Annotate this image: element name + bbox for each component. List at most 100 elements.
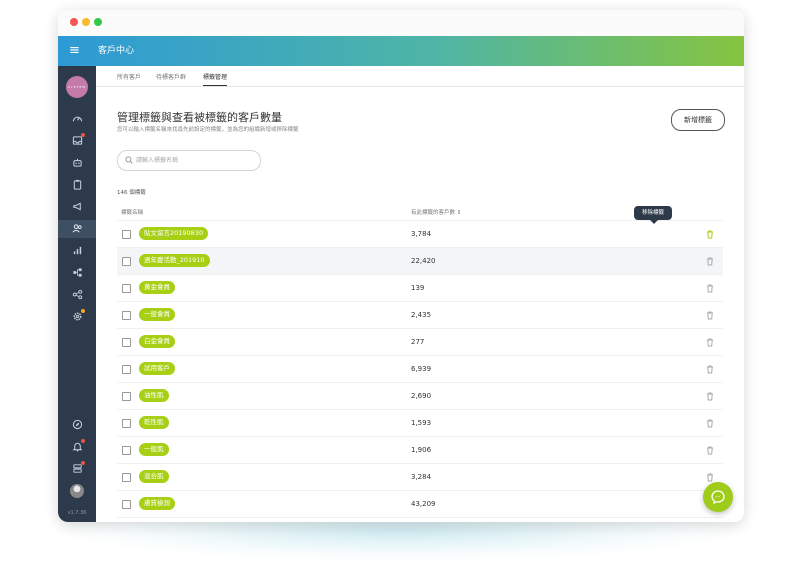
main-content: 所有客戶 待標客戶群 標籤管理 管理標籤與查看被標籤的客戶數量 您可以輸入標籤名… (96, 66, 744, 522)
trash-icon[interactable] (705, 256, 715, 266)
tag-pill[interactable]: 週年慶活動_201910 (139, 254, 210, 267)
clipboard-icon[interactable] (67, 176, 87, 194)
customer-count: 2,435 (411, 311, 432, 319)
settings-notification-badge (81, 309, 85, 313)
top-header-bar: ≡ 客戶中心 (58, 36, 744, 66)
messenger-icon (711, 490, 725, 504)
row-checkbox[interactable] (122, 500, 131, 509)
dashboard-icon[interactable] (67, 110, 87, 128)
table-row: 黃金會員 139 (117, 275, 723, 302)
tab-pending-segments[interactable]: 待標客戶群 (156, 72, 186, 81)
tag-pill[interactable]: 白金會員 (139, 335, 175, 348)
tab-all-customers[interactable]: 所有客戶 (117, 72, 141, 81)
tag-pill[interactable]: 膚質檢測 (139, 497, 175, 510)
trash-icon[interactable] (705, 418, 715, 428)
table-row: 膚質檢測 43,209 (117, 491, 723, 518)
table-row: 週年慶活動_201910 22,420 (117, 248, 723, 275)
customer-count: 22,420 (411, 257, 436, 265)
tag-pill[interactable]: 黃金會員 (139, 281, 175, 294)
row-checkbox[interactable] (122, 446, 131, 455)
maximize-window-dot[interactable] (94, 18, 102, 26)
add-tag-button[interactable]: 新增標籤 (671, 109, 725, 131)
table-row: 試用客戶 6,939 (117, 356, 723, 383)
tag-pill[interactable]: 油性肌 (139, 389, 169, 402)
page-subtitle: 您可以輸入標籤名稱來找尋先前設定的標籤，並為您的組織新增或移除標籤 (117, 127, 299, 133)
table-row: 乾性肌 1,593 (117, 410, 723, 437)
settings-icon[interactable] (67, 308, 87, 326)
minimize-window-dot[interactable] (82, 18, 90, 26)
row-checkbox[interactable] (122, 230, 131, 239)
trash-icon[interactable] (705, 283, 715, 293)
row-checkbox[interactable] (122, 365, 131, 374)
tab-bar: 所有客戶 待標客戶群 標籤管理 (96, 66, 744, 87)
page-title: 管理標籤與查看被標籤的客戶數量 (117, 111, 282, 124)
users-icon[interactable] (58, 220, 96, 238)
trash-icon[interactable] (705, 310, 715, 320)
row-checkbox[interactable] (122, 419, 131, 428)
trash-icon[interactable] (705, 337, 715, 347)
customer-count: 6,939 (411, 365, 432, 373)
table-row: 一般肌 1,906 (117, 437, 723, 464)
app-version: v1.7.36 (67, 510, 87, 516)
table-row: 白金會員 277 (117, 329, 723, 356)
customer-count: 2,690 (411, 392, 432, 400)
search-icon (125, 156, 133, 164)
customer-count: 1,593 (411, 419, 432, 427)
customer-count: 3,284 (411, 473, 432, 481)
table-row: 油性肌 2,690 (117, 383, 723, 410)
menu-icon[interactable]: ≡ (68, 44, 81, 58)
trash-icon[interactable] (705, 364, 715, 374)
customer-count: 1,906 (411, 446, 432, 454)
messenger-chat-button[interactable] (703, 482, 733, 512)
tag-pill[interactable]: 一般會員 (139, 308, 175, 321)
trash-icon[interactable] (705, 229, 715, 239)
tab-tag-management[interactable]: 標籤管理 (203, 72, 228, 86)
trash-icon[interactable] (705, 445, 715, 455)
table-row: 混合肌 3,284 (117, 464, 723, 491)
remove-tag-tooltip: 移除標籤 (634, 206, 672, 220)
server-icon[interactable] (67, 460, 87, 478)
customer-count: 277 (411, 338, 425, 346)
tag-pill[interactable]: 試用客戶 (139, 362, 175, 375)
tag-pill[interactable]: 混合肌 (139, 470, 169, 483)
sort-icon[interactable]: ⇕ (457, 210, 462, 216)
megaphone-icon[interactable] (67, 198, 87, 216)
sidebar: SYSTEM v1.7.36 (58, 66, 96, 522)
customer-count: 3,784 (411, 230, 432, 238)
bell-icon[interactable] (67, 438, 87, 456)
customer-count: 139 (411, 284, 425, 292)
chart-icon[interactable] (67, 242, 87, 260)
row-checkbox[interactable] (122, 311, 131, 320)
share-icon[interactable] (67, 286, 87, 304)
brand-logo[interactable]: SYSTEM (66, 76, 88, 98)
flow-icon[interactable] (67, 264, 87, 282)
table-row: 一般會員 2,435 (117, 302, 723, 329)
trash-icon[interactable] (705, 391, 715, 401)
tag-pill[interactable]: 一般肌 (139, 443, 169, 456)
column-header-tag-name: 標籤名稱 (121, 210, 144, 216)
compass-icon[interactable] (67, 416, 87, 434)
search-input[interactable] (136, 154, 254, 166)
bell-notification-badge (81, 439, 85, 443)
server-notification-badge (81, 461, 85, 465)
inbox-notification-badge (81, 133, 85, 137)
row-checkbox[interactable] (122, 473, 131, 482)
tooltip-arrow (650, 220, 658, 224)
table-row: 貼文留言20190830 3,784 (117, 221, 723, 248)
column-header-customer-count[interactable]: 有此標籤的客戶數 ⇕ (411, 208, 461, 216)
trash-icon[interactable] (705, 472, 715, 482)
app-window: ≡ 客戶中心 SYSTEM v1.7.36 所有客戶 待標客戶群 標籤管理 管理… (58, 10, 744, 522)
tag-pill[interactable]: 乾性肌 (139, 416, 169, 429)
bot-icon[interactable] (67, 154, 87, 172)
inbox-icon[interactable] (67, 132, 87, 150)
close-window-dot[interactable] (70, 18, 78, 26)
row-checkbox[interactable] (122, 338, 131, 347)
tag-pill[interactable]: 貼文留言20190830 (139, 227, 209, 240)
customer-count: 43,209 (411, 500, 436, 508)
row-checkbox[interactable] (122, 392, 131, 401)
row-checkbox[interactable] (122, 257, 131, 266)
row-checkbox[interactable] (122, 284, 131, 293)
window-titlebar (58, 10, 744, 37)
search-box (117, 150, 261, 171)
avatar[interactable] (70, 484, 84, 498)
